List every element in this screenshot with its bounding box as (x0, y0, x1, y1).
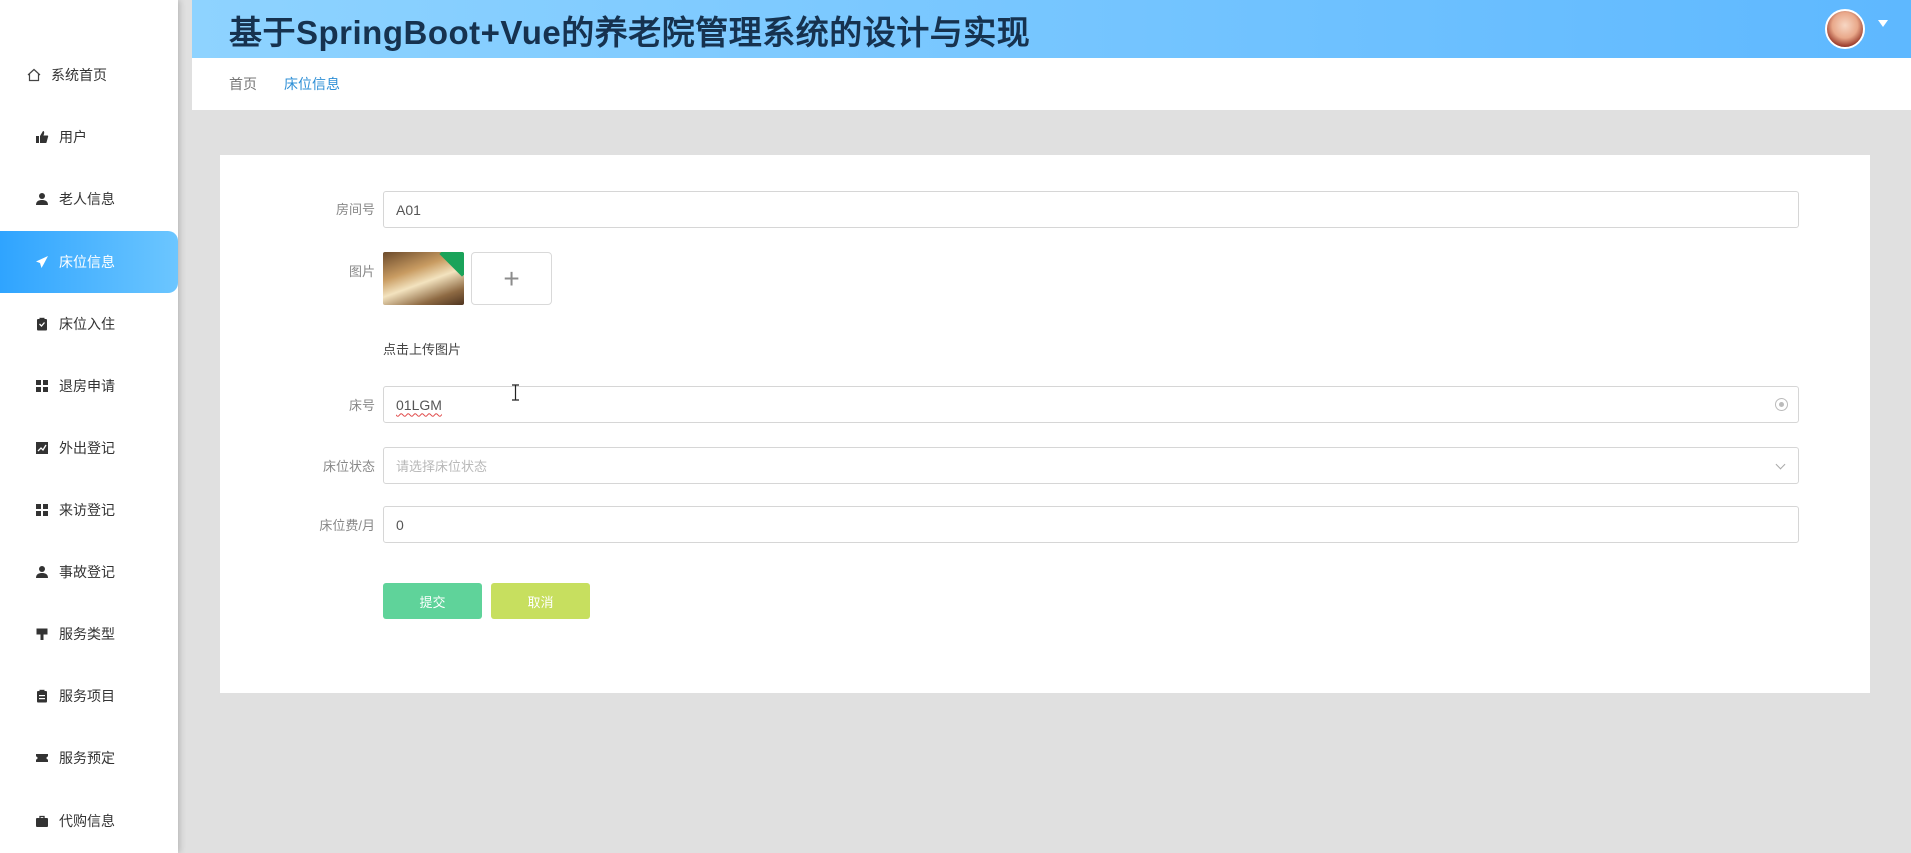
bed-fee-label: 床位费/月 (319, 518, 375, 533)
sidebar-item-label: 退房申请 (59, 378, 115, 394)
sidebar-item-label: 床位信息 (59, 254, 115, 270)
briefcase-icon (35, 814, 49, 828)
sidebar-item-label: 事故登记 (59, 564, 115, 580)
room-number-input[interactable]: A01 (383, 191, 1799, 228)
paper-plane-icon (35, 255, 49, 269)
grid-icon (35, 379, 49, 393)
app-title: 基于SpringBoot+Vue的养老院管理系统的设计与实现 (229, 14, 1031, 51)
bed-fee-value: 0 (396, 516, 404, 533)
sidebar-item-label: 系统首页 (51, 67, 107, 83)
bed-status-select[interactable]: 请选择床位状态 (383, 447, 1799, 484)
sidebar-item-service-project[interactable]: 服务项目 (0, 665, 178, 727)
bed-number-input[interactable]: 01LGM (383, 386, 1799, 423)
sidebar: 系统首页 用户 老人信息 床位信息 床位入住 退房申请 外出登记 来访登记 事故… (0, 0, 178, 853)
sidebar-item-bed-checkin[interactable]: 床位入住 (0, 293, 178, 355)
ticket-icon (35, 751, 49, 765)
room-number-value: A01 (396, 201, 421, 218)
form-card: 房间号 A01 图片 + 点击上传图片 床号 01LGM 床位状态 请选择床位状… (220, 155, 1870, 693)
sidebar-item-service-type[interactable]: 服务类型 (0, 603, 178, 665)
bed-fee-input[interactable]: 0 (383, 506, 1799, 543)
bed-status-label: 床位状态 (322, 459, 375, 474)
plus-icon: + (503, 262, 520, 294)
avatar[interactable] (1825, 9, 1865, 49)
text-cursor-icon (512, 384, 519, 401)
sidebar-item-checkout-request[interactable]: 退房申请 (0, 355, 178, 417)
breadcrumb: 首页 床位信息 (192, 58, 1911, 110)
image-label: 图片 (348, 264, 375, 279)
sidebar-item-label: 服务项目 (59, 688, 115, 704)
top-header: 基于SpringBoot+Vue的养老院管理系统的设计与实现 (192, 0, 1911, 58)
flag-icon (35, 627, 49, 641)
sidebar-item-users[interactable]: 用户 (0, 106, 178, 168)
sidebar-item-bed-info[interactable]: 床位信息 (0, 231, 178, 293)
sidebar-item-label: 服务预定 (59, 750, 115, 766)
person-icon (35, 565, 49, 579)
caret-down-icon[interactable] (1878, 20, 1888, 27)
submit-button[interactable]: 提交 (383, 583, 482, 619)
sidebar-item-label: 用户 (59, 129, 87, 145)
sidebar-item-label: 服务类型 (59, 626, 115, 642)
sidebar-item-label: 来访登记 (59, 502, 115, 518)
bed-status-placeholder: 请选择床位状态 (396, 459, 488, 474)
sidebar-item-label: 代购信息 (59, 813, 115, 829)
cancel-button[interactable]: 取消 (491, 583, 590, 619)
bed-number-value: 01LGM (396, 396, 442, 413)
sidebar-item-home[interactable]: 系统首页 (0, 44, 178, 106)
sidebar-item-label: 床位入住 (59, 316, 115, 332)
uploaded-image-thumbnail[interactable] (383, 252, 464, 305)
clipboard-icon (35, 317, 49, 331)
sidebar-item-elderly-info[interactable]: 老人信息 (0, 168, 178, 230)
sidebar-item-service-booking[interactable]: 服务预定 (0, 727, 178, 789)
sidebar-item-visit-register[interactable]: 来访登记 (0, 479, 178, 541)
person-icon (35, 192, 49, 206)
sidebar-item-outing-register[interactable]: 外出登记 (0, 417, 178, 479)
home-icon (27, 68, 41, 82)
bed-number-label: 床号 (348, 398, 375, 413)
sidebar-item-accident-register[interactable]: 事故登记 (0, 541, 178, 603)
sidebar-item-label: 老人信息 (59, 191, 115, 207)
grid-icon (35, 503, 49, 517)
chevron-down-icon (1775, 459, 1786, 470)
clear-icon[interactable] (1775, 398, 1788, 411)
clipboard-icon (35, 689, 49, 703)
breadcrumb-current: 床位信息 (284, 76, 340, 92)
room-number-label: 房间号 (335, 202, 375, 217)
upload-hint-text: 点击上传图片 (383, 342, 462, 357)
upload-image-button[interactable]: + (471, 252, 552, 305)
breadcrumb-home[interactable]: 首页 (229, 74, 257, 94)
thumbnail-status-tag (439, 252, 464, 277)
thumbs-up-icon (35, 130, 49, 144)
sidebar-item-label: 外出登记 (59, 440, 115, 456)
sidebar-item-purchase-info[interactable]: 代购信息 (0, 790, 178, 852)
chart-icon (35, 441, 49, 455)
